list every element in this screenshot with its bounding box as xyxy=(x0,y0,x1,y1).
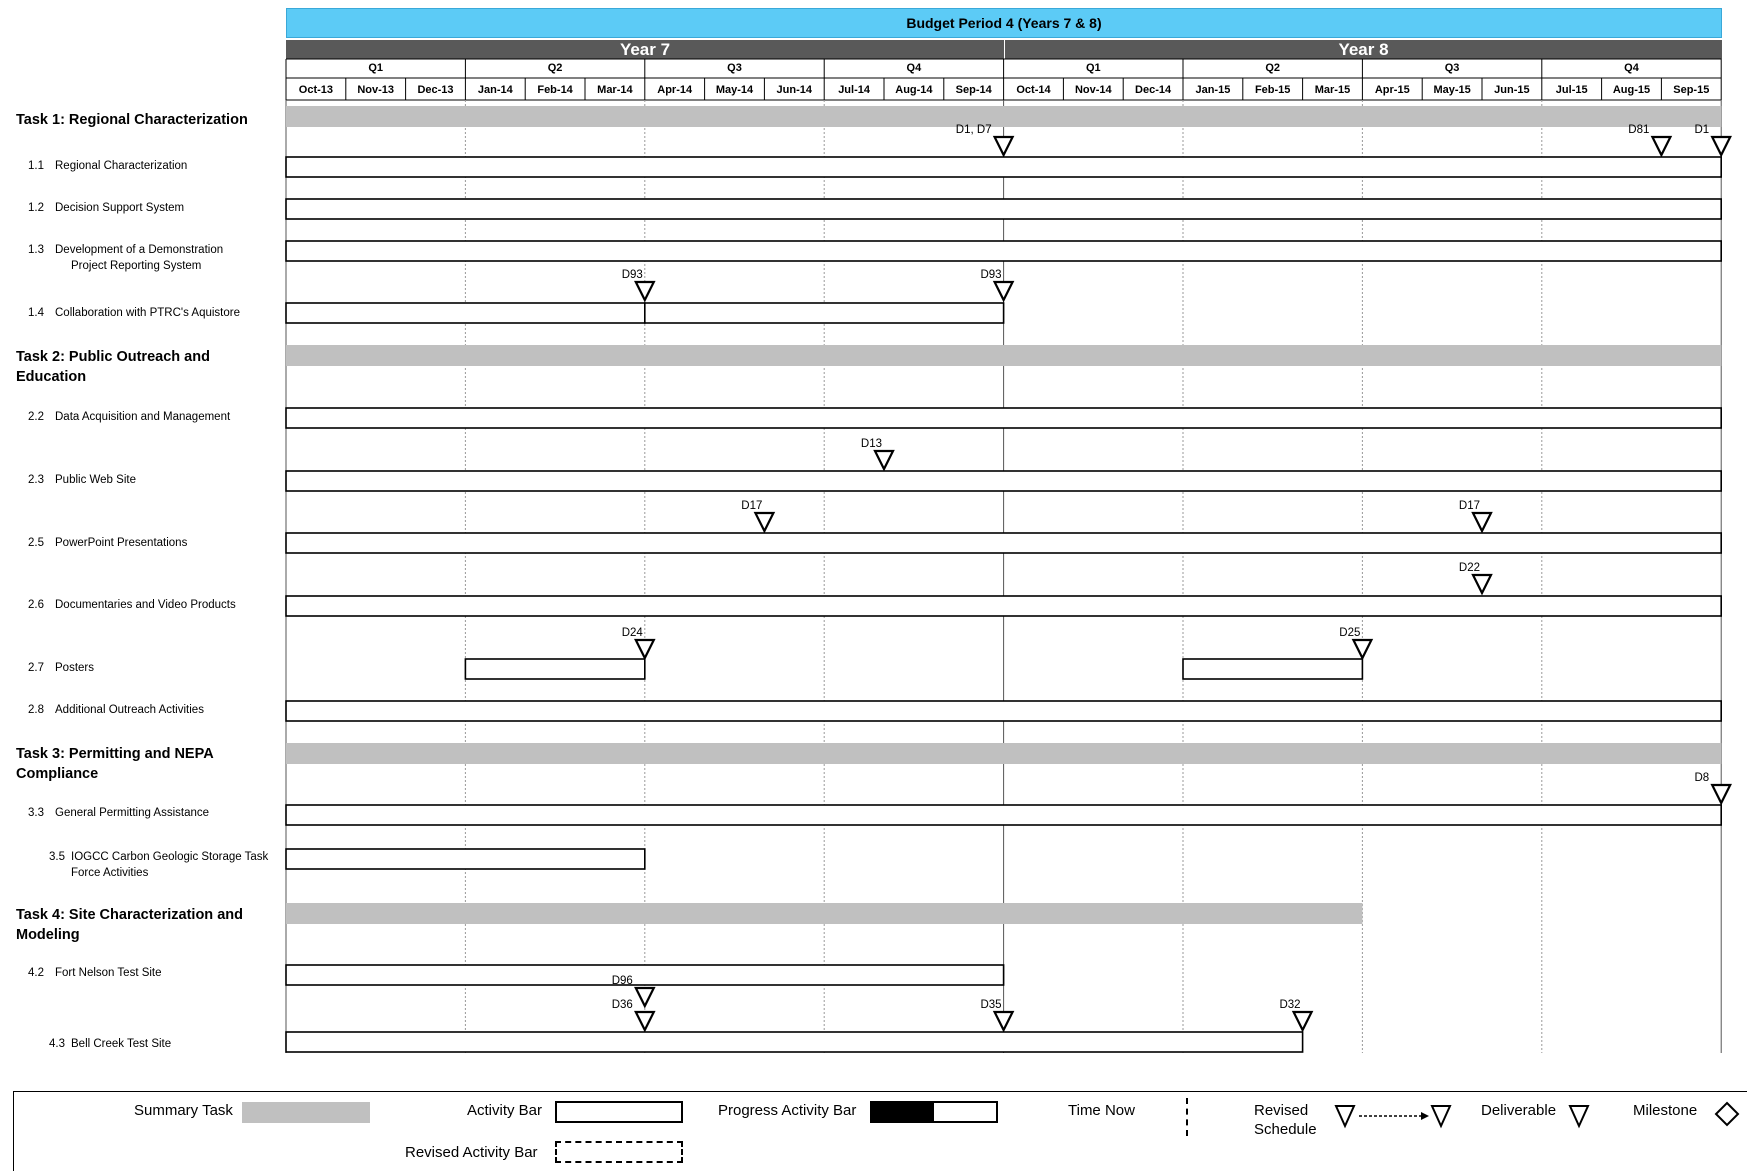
deliverable-label: D36 xyxy=(612,999,633,1011)
deliverable-label: D81 xyxy=(1628,124,1649,136)
deliverable-label: D32 xyxy=(1279,999,1300,1011)
deliverable-triangle xyxy=(1471,511,1493,534)
activity-bar xyxy=(285,407,1722,429)
legend-revised-activity-label: Revised Activity Bar xyxy=(405,1144,538,1161)
deliverable-label: D35 xyxy=(980,999,1001,1011)
gantt-chart: D1, D7 D81 D1 D93 D93 D13 D17 D17 D22 D24 D25 D8 D96… xyxy=(285,58,1732,1053)
deliverable-triangle xyxy=(634,280,656,303)
legend: Summary Task Activity Bar Progress Activ… xyxy=(13,1091,1747,1171)
deliverable-label: D8 xyxy=(1694,772,1709,784)
legend-progress-label: Progress Activity Bar xyxy=(718,1102,857,1119)
legend-deliverable-label: Deliverable xyxy=(1481,1102,1557,1119)
legend-time-now-label: Time Now xyxy=(1068,1102,1135,1119)
legend-activity-label: Activity Bar xyxy=(467,1102,543,1119)
activity-bar xyxy=(285,470,1722,492)
legend-revised-schedule-icon xyxy=(1334,1105,1452,1129)
activity-bar xyxy=(285,595,1722,617)
summary-task-bar xyxy=(286,743,1722,764)
legend-activity-swatch xyxy=(555,1101,683,1123)
deliverable-triangle-icon xyxy=(1568,1105,1590,1129)
deliverable-label: D17 xyxy=(1459,500,1480,512)
deliverable-label: D25 xyxy=(1339,627,1360,639)
deliverable-triangle xyxy=(1291,1010,1314,1033)
activity-bar xyxy=(285,532,1722,554)
deliverable-triangle xyxy=(992,1010,1015,1033)
deliverable-triangle xyxy=(992,135,1015,158)
legend-progress-swatch xyxy=(870,1101,998,1123)
legend-revised-activity-swatch xyxy=(555,1141,683,1163)
deliverable-triangle xyxy=(1471,573,1493,596)
deliverable-label: D17 xyxy=(741,500,762,512)
deliverable-triangle xyxy=(753,511,776,534)
deliverable-label: D93 xyxy=(980,269,1001,281)
summary-task-bar xyxy=(286,106,1722,127)
activity-bar xyxy=(643,302,1005,324)
deliverable-label: D96 xyxy=(612,975,633,987)
legend-milestone-label: Milestone xyxy=(1633,1102,1698,1119)
activity-bar xyxy=(285,700,1722,722)
legend-revised-label-1: Revised xyxy=(1254,1102,1309,1119)
activity-bar xyxy=(285,240,1722,262)
activity-bar xyxy=(285,848,646,870)
activity-bar xyxy=(285,156,1722,178)
deliverable-label: D1, D7 xyxy=(956,124,992,136)
activity-bar xyxy=(285,964,1005,986)
deliverable-label: D1 xyxy=(1694,124,1709,136)
summary-task-bar xyxy=(286,345,1722,366)
deliverable-label: D22 xyxy=(1459,562,1480,574)
deliverable-triangle xyxy=(1650,135,1673,158)
deliverable-triangle xyxy=(1710,783,1732,806)
legend-time-now-line xyxy=(1186,1098,1188,1136)
milestone-diamond-icon xyxy=(1714,1101,1740,1127)
deliverable-triangle xyxy=(1710,135,1732,158)
summary-task-bar xyxy=(286,903,1363,924)
deliverable-label: D13 xyxy=(861,438,882,450)
deliverable-label: D93 xyxy=(622,269,643,281)
deliverable-triangle xyxy=(1351,638,1374,661)
legend-summary-swatch xyxy=(242,1102,370,1123)
deliverable-label: D24 xyxy=(622,627,644,639)
deliverable-triangle xyxy=(634,638,656,661)
deliverable-triangle xyxy=(992,280,1015,303)
legend-revised-label-2: Schedule xyxy=(1254,1121,1317,1138)
activity-bar xyxy=(285,302,646,324)
activity-bar xyxy=(285,804,1722,826)
deliverable-triangle xyxy=(634,986,656,1009)
activity-bar xyxy=(1182,658,1364,680)
activity-bar xyxy=(464,658,646,680)
deliverable-triangle xyxy=(873,449,895,472)
activity-bar xyxy=(285,198,1722,220)
deliverable-triangle xyxy=(634,1010,656,1033)
legend-summary-label: Summary Task xyxy=(134,1102,233,1119)
activity-bar xyxy=(285,1031,1304,1053)
